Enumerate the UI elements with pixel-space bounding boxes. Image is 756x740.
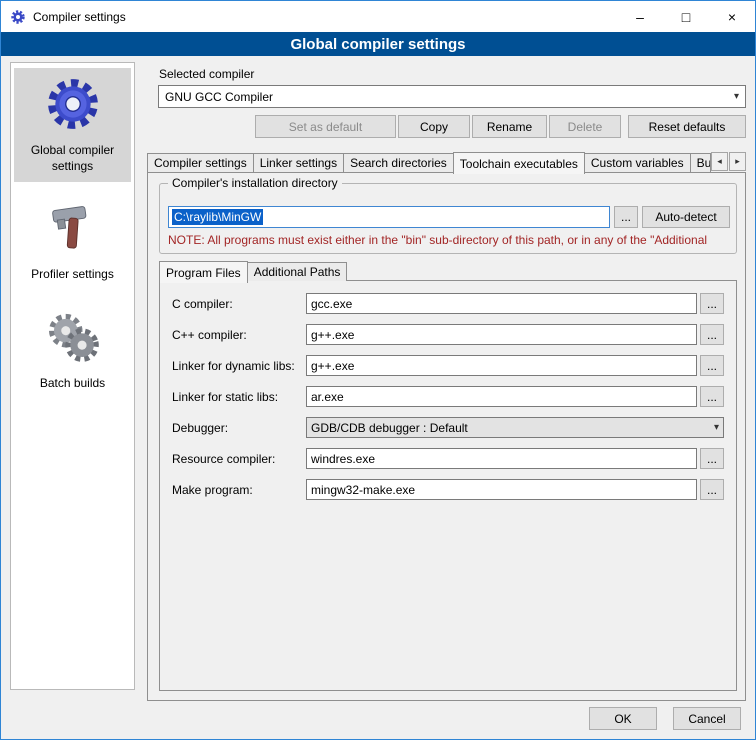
make-program-row: Make program: mingw32-make.exe ... [172,479,724,500]
auto-detect-button[interactable]: Auto-detect [642,206,730,228]
titlebar[interactable]: Compiler settings – □ × [1,1,755,32]
c-compiler-label: C compiler: [172,297,306,311]
app-gear-icon [9,8,27,26]
make-program-browse-button[interactable]: ... [700,479,724,500]
linker-dynamic-row: Linker for dynamic libs: g++.exe ... [172,355,724,376]
installation-directory-row: C:\raylib\MinGW ... Auto-detect [168,206,730,228]
program-files-panel: C compiler: gcc.exe ... C++ compiler: g+… [159,280,737,691]
tab-additional-paths[interactable]: Additional Paths [247,262,348,281]
tab-build-options[interactable]: Builc [690,153,711,172]
selected-compiler-value: GNU GCC Compiler [165,90,273,104]
sidebar-item-batch-builds[interactable]: Batch builds [14,301,131,400]
sidebar-item-profiler-settings[interactable]: Profiler settings [14,192,131,291]
installation-directory-groupbox: Compiler's installation directory C:\ray… [159,183,737,254]
maximize-button[interactable]: □ [663,1,709,32]
compiler-settings-tabs: Compiler settings Linker settings Search… [147,151,746,172]
cpp-compiler-label: C++ compiler: [172,328,306,342]
program-files-tabs: Program Files Additional Paths [159,260,346,281]
tab-scroll-right-button[interactable]: ▸ [729,152,746,171]
bin-subdirectory-note: NOTE: All programs must exist either in … [168,233,735,247]
toolchain-executables-panel: Compiler's installation directory C:\ray… [147,172,746,701]
resource-compiler-input[interactable]: windres.exe [306,448,697,469]
tab-linker-settings[interactable]: Linker settings [253,153,344,172]
copy-button[interactable]: Copy [398,115,470,138]
sidebar-item-label: Profiler settings [31,267,114,283]
tab-search-directories[interactable]: Search directories [343,153,454,172]
make-program-label: Make program: [172,483,306,497]
chevron-down-icon: ▾ [714,423,719,433]
linker-static-browse-button[interactable]: ... [700,386,724,407]
close-button[interactable]: × [709,1,755,32]
linker-dynamic-input[interactable]: g++.exe [306,355,697,376]
set-as-default-button: Set as default [255,115,396,138]
debugger-value: GDB/CDB debugger : Default [311,421,468,435]
c-compiler-input[interactable]: gcc.exe [306,293,697,314]
tab-toolchain-executables[interactable]: Toolchain executables [453,152,585,174]
compiler-actions: Set as default Copy Rename Delete Reset … [158,115,746,138]
cpp-compiler-input[interactable]: g++.exe [306,324,697,345]
chevron-down-icon: ▾ [734,92,739,102]
delete-button: Delete [549,115,621,138]
installation-directory-title: Compiler's installation directory [168,176,342,190]
sidebar-item-label: Batch builds [40,376,105,392]
settings-category-list: Global compiler settings Profiler settin… [10,62,135,690]
compiler-settings-window: Compiler settings – □ × Global compiler … [0,0,756,740]
make-program-value: mingw32-make.exe [311,483,415,497]
tab-scroll-left-button[interactable]: ◂ [711,152,728,171]
cpp-compiler-row: C++ compiler: g++.exe ... [172,324,724,345]
resource-compiler-value: windres.exe [311,452,375,466]
hammer-icon [42,199,104,260]
sidebar-item-global-compiler-settings[interactable]: Global compiler settings [14,68,131,182]
cpp-compiler-browse-button[interactable]: ... [700,324,724,345]
ok-button[interactable]: OK [589,707,657,730]
tab-scroll-controls: ◂ ▸ [710,152,746,171]
dialog-footer: OK Cancel [589,707,741,730]
window-title: Compiler settings [33,10,126,24]
minimize-button[interactable]: – [617,1,663,32]
debugger-dropdown[interactable]: GDB/CDB debugger : Default ▾ [306,417,724,438]
selected-compiler-label: Selected compiler [159,67,254,81]
blue-gear-icon [42,75,104,136]
tab-program-files[interactable]: Program Files [159,261,248,283]
window-controls: – □ × [617,1,755,32]
resource-compiler-label: Resource compiler: [172,452,306,466]
debugger-row: Debugger: GDB/CDB debugger : Default ▾ [172,417,724,438]
gray-gears-icon [42,308,104,369]
installation-directory-input[interactable]: C:\raylib\MinGW [168,206,610,228]
installation-directory-browse-button[interactable]: ... [614,206,638,228]
debugger-label: Debugger: [172,421,306,435]
linker-static-row: Linker for static libs: ar.exe ... [172,386,724,407]
sidebar-item-label: Global compiler settings [16,143,129,174]
resource-compiler-browse-button[interactable]: ... [700,448,724,469]
installation-directory-value: C:\raylib\MinGW [172,209,263,225]
linker-dynamic-browse-button[interactable]: ... [700,355,724,376]
c-compiler-browse-button[interactable]: ... [700,293,724,314]
c-compiler-row: C compiler: gcc.exe ... [172,293,724,314]
linker-static-input[interactable]: ar.exe [306,386,697,407]
rename-button[interactable]: Rename [472,115,547,138]
linker-dynamic-value: g++.exe [311,359,354,373]
cancel-button[interactable]: Cancel [673,707,741,730]
linker-static-value: ar.exe [311,390,344,404]
dialog-header: Global compiler settings [1,32,755,56]
resource-compiler-row: Resource compiler: windres.exe ... [172,448,724,469]
linker-dynamic-label: Linker for dynamic libs: [172,359,306,373]
selected-compiler-dropdown[interactable]: GNU GCC Compiler ▾ [158,85,746,108]
tab-custom-variables[interactable]: Custom variables [584,153,691,172]
cpp-compiler-value: g++.exe [311,328,354,342]
reset-defaults-button[interactable]: Reset defaults [628,115,746,138]
tab-compiler-settings[interactable]: Compiler settings [147,153,254,172]
make-program-input[interactable]: mingw32-make.exe [306,479,697,500]
linker-static-label: Linker for static libs: [172,390,306,404]
c-compiler-value: gcc.exe [311,297,352,311]
